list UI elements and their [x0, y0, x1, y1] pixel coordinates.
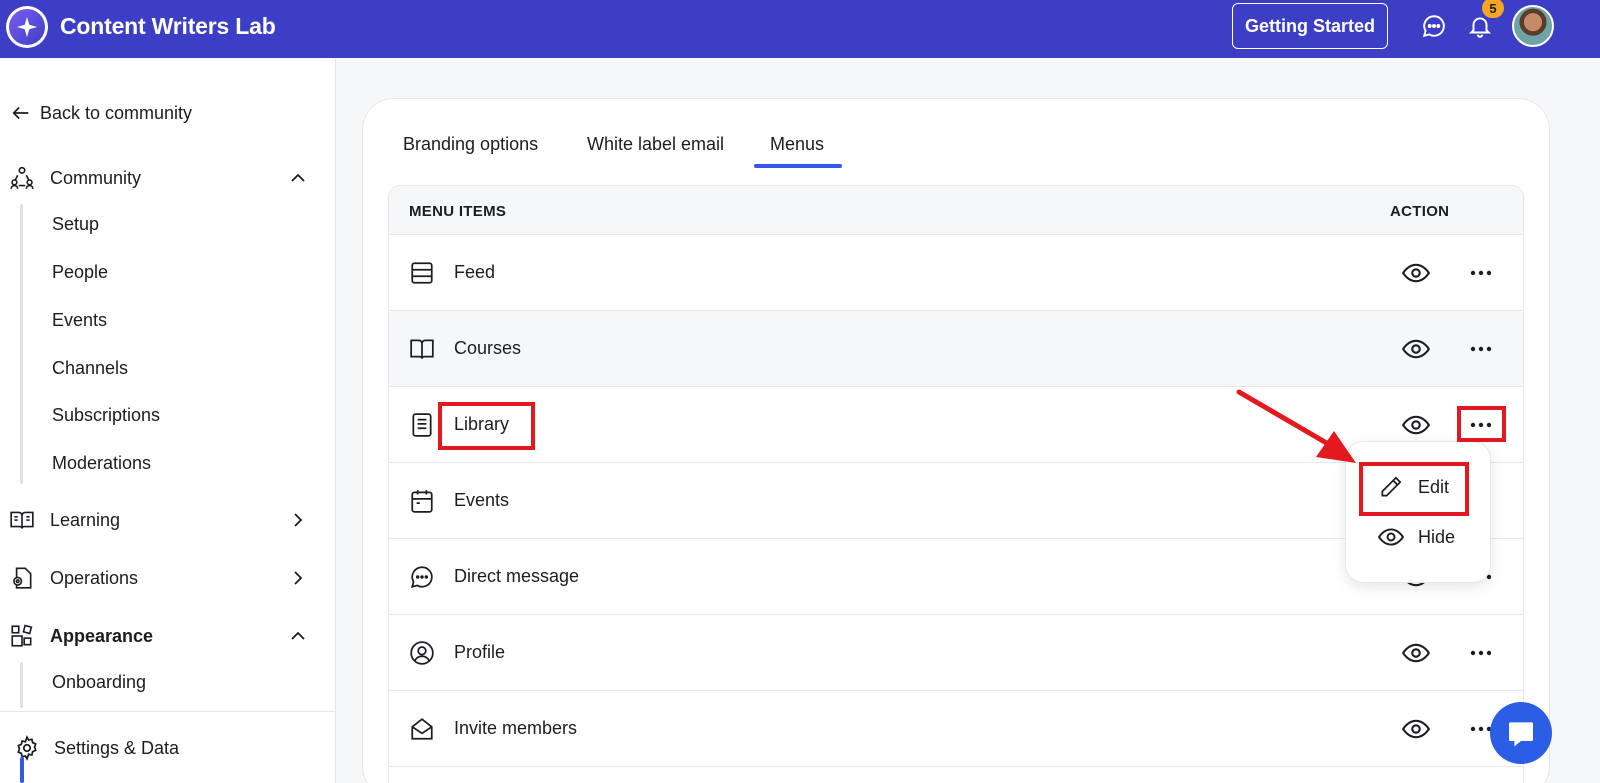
chevron-right-icon[interactable] [286, 508, 310, 532]
eye-icon[interactable] [1402, 641, 1430, 665]
row-label: Courses [454, 338, 522, 358]
user-avatar[interactable] [1512, 5, 1554, 47]
library-icon [412, 413, 432, 437]
chevron-right-icon[interactable] [286, 566, 310, 590]
settings-label: Settings & Data [54, 737, 180, 758]
active-tab-indicator [754, 164, 842, 168]
chat-support-button[interactable] [1490, 702, 1552, 764]
gear-icon [17, 735, 37, 761]
more-options-icon[interactable] [1467, 641, 1495, 665]
chevron-up-icon[interactable] [286, 624, 310, 648]
eye-icon[interactable] [1402, 717, 1430, 741]
sparkle-icon [9, 9, 45, 45]
top-bar: Content Writers Lab Getting Started 5 [0, 0, 1600, 58]
book-open-icon [410, 339, 434, 359]
more-options-icon[interactable] [1467, 337, 1495, 361]
sidebar-section-label: Learning [50, 509, 121, 530]
notification-badge: 5 [1482, 0, 1504, 18]
table-row: Invite members [389, 691, 1523, 767]
community-icon [8, 164, 36, 192]
sidebar-divider [0, 711, 335, 712]
subnav-guide-line [20, 662, 23, 708]
sidebar-section-learning[interactable]: Learning [8, 504, 318, 536]
eye-icon[interactable] [1402, 337, 1430, 361]
sidebar-item-events[interactable]: Events [52, 310, 107, 331]
feed-icon [411, 262, 433, 284]
sidebar-item-onboarding[interactable]: Onboarding [52, 672, 146, 693]
profile-icon [410, 641, 434, 665]
column-header-menu-items: MENU ITEMS [409, 203, 507, 220]
annotation-highlight-library [438, 402, 535, 450]
row-label: Profile [454, 642, 506, 662]
calendar-icon [411, 490, 433, 513]
sidebar-section-label: Community [50, 167, 142, 188]
sidebar-item-moderations[interactable]: Moderations [52, 453, 151, 474]
more-options-icon[interactable] [1467, 261, 1495, 285]
eye-icon[interactable] [1402, 261, 1430, 285]
app-logo[interactable] [6, 6, 48, 48]
subnav-guide-line [20, 204, 23, 484]
envelope-open-icon [411, 718, 433, 740]
sidebar-item-people[interactable]: People [52, 262, 108, 283]
tab-menus[interactable]: Menus [770, 134, 824, 155]
table-row: Profile [389, 615, 1523, 691]
sidebar-item-channels[interactable]: Channels [52, 358, 128, 379]
tab-white-label-email[interactable]: White label email [587, 134, 724, 155]
message-icon [1509, 722, 1533, 747]
chat-bubble-icon [411, 566, 433, 588]
sidebar: Back to community Community Setup People… [0, 58, 336, 783]
table-row: Feed [389, 235, 1523, 311]
getting-started-button[interactable]: Getting Started [1232, 3, 1388, 49]
eye-icon[interactable] [1402, 413, 1430, 437]
annotation-highlight-more-button [1457, 406, 1506, 442]
row-label: Direct message [454, 566, 580, 586]
chat-icon[interactable] [1420, 12, 1448, 40]
app-title: Content Writers Lab [60, 13, 276, 39]
book-icon [8, 506, 36, 534]
sidebar-section-appearance[interactable]: Appearance [8, 620, 318, 652]
operations-icon [8, 564, 36, 592]
sidebar-section-operations[interactable]: Operations [8, 562, 318, 594]
active-indicator [20, 757, 24, 783]
appearance-icon [8, 622, 36, 650]
row-label: Feed [454, 262, 496, 282]
arrow-left-icon [12, 106, 29, 120]
tab-branding-options[interactable]: Branding options [403, 134, 538, 155]
table-header: MENU ITEMS ACTION [389, 186, 1523, 235]
chevron-up-icon[interactable] [286, 166, 310, 190]
annotation-highlight-edit [1359, 462, 1469, 516]
hide-label: Hide [1418, 526, 1456, 547]
sidebar-item-subscriptions[interactable]: Subscriptions [52, 405, 160, 426]
sidebar-section-label: Appearance [50, 625, 154, 646]
sidebar-item-settings[interactable]: Settings & Data [14, 735, 179, 761]
row-label: Events [454, 490, 510, 510]
sidebar-section-label: Operations [50, 567, 139, 588]
sidebar-item-setup[interactable]: Setup [52, 214, 99, 235]
hide-menu-item[interactable]: Hide [1378, 526, 1455, 548]
table-row: Courses [389, 311, 1523, 387]
back-label: Back to community [40, 102, 193, 123]
sidebar-section-community[interactable]: Community [8, 162, 318, 194]
row-label: Invite members [454, 718, 578, 738]
back-to-community-link[interactable]: Back to community [10, 102, 192, 124]
eye-icon [1378, 528, 1404, 546]
column-header-action: ACTION [1390, 203, 1450, 220]
annotation-arrow [1236, 389, 1356, 463]
